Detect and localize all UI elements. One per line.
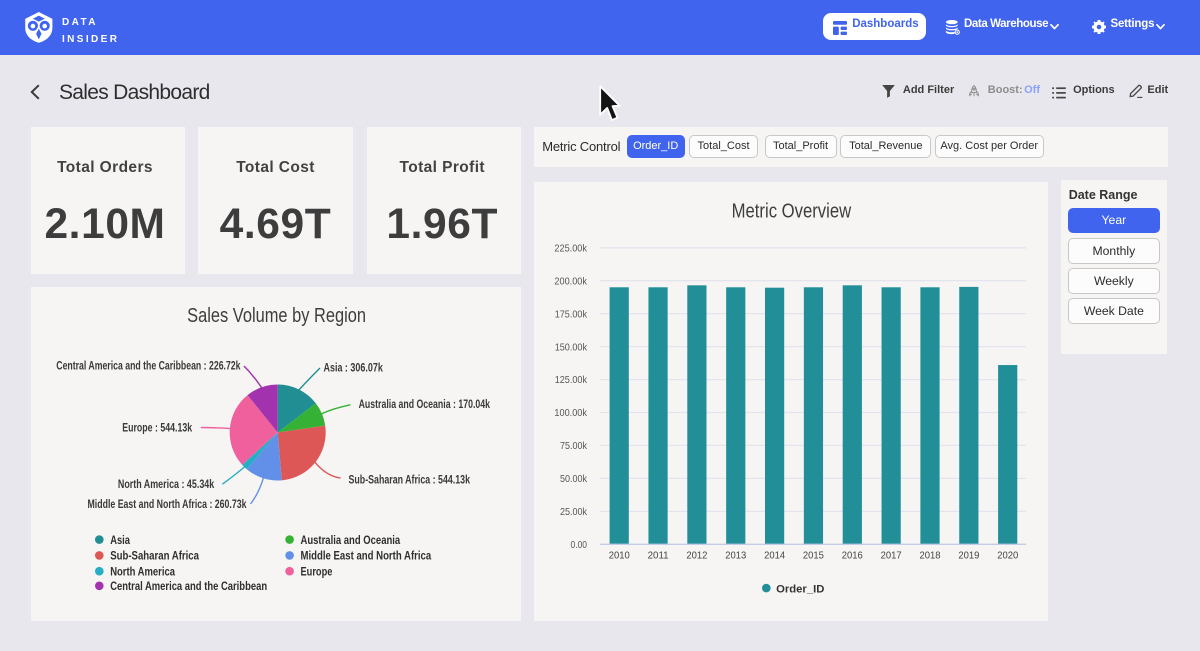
svg-text:2018: 2018 [920,549,941,561]
svg-text:2011: 2011 [648,549,669,561]
svg-text:Asia: Asia [110,533,130,547]
svg-text:125.00k: 125.00k [555,374,588,386]
svg-text:Middle East and North Africa: Middle East and North Africa [301,549,432,563]
svg-text:2019: 2019 [958,549,979,561]
svg-text:200.00k: 200.00k [554,275,587,287]
svg-text:Europe: Europe [301,565,333,579]
svg-text:2014: 2014 [764,549,785,561]
svg-text:Central America and the Caribb: Central America and the Caribbean : 226.… [56,359,240,373]
svg-text:Sub-Saharan Africa: Sub-Saharan Africa [110,549,199,563]
svg-text:50.00k: 50.00k [560,473,588,485]
svg-text:Sub-Saharan Africa : 544.13k: Sub-Saharan Africa : 544.13k [349,473,471,487]
svg-text:2010: 2010 [609,549,630,561]
svg-text:150.00k: 150.00k [555,341,588,353]
svg-text:2017: 2017 [881,549,902,561]
svg-text:2020: 2020 [997,549,1018,561]
svg-text:0.00: 0.00 [571,539,588,551]
svg-text:2013: 2013 [725,549,746,561]
svg-text:75.00k: 75.00k [560,440,588,452]
svg-text:Australia and Oceania: Australia and Oceania [301,533,401,547]
svg-text:175.00k: 175.00k [555,308,588,320]
svg-text:North America : 45.34k: North America : 45.34k [118,477,215,491]
svg-text:2016: 2016 [842,549,863,561]
svg-text:Middle East and North Africa :: Middle East and North Africa : 260.73k [88,497,247,511]
svg-text:North America: North America [110,565,175,579]
svg-text:Australia and Oceania : 170.04: Australia and Oceania : 170.04k [359,397,491,411]
svg-text:Order_ID: Order_ID [776,583,824,595]
svg-text:Sales Volume by Region: Sales Volume by Region [187,305,366,327]
svg-text:100.00k: 100.00k [554,407,587,419]
svg-text:2012: 2012 [686,549,707,561]
svg-text:25.00k: 25.00k [560,506,588,518]
svg-text:Metric Overview: Metric Overview [732,200,852,222]
svg-text:225.00k: 225.00k [554,242,587,254]
svg-text:2015: 2015 [803,549,824,561]
svg-text:Europe : 544.13k: Europe : 544.13k [122,421,192,435]
svg-text:Central America and the Caribb: Central America and the Caribbean [110,579,267,593]
svg-text:Asia : 306.07k: Asia : 306.07k [324,361,384,375]
